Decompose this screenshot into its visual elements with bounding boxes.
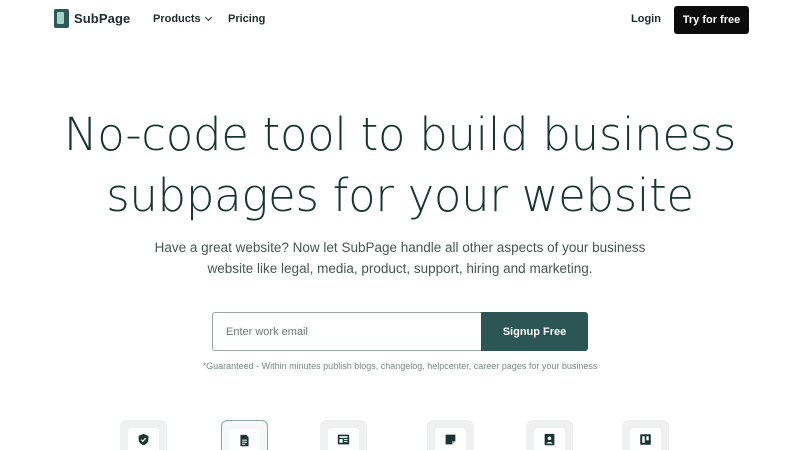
chevron-down-icon <box>204 13 212 22</box>
logo-icon <box>54 9 69 28</box>
nav-products[interactable]: Products <box>153 13 212 25</box>
tile-icon-box <box>534 428 565 450</box>
tile-icon-box <box>630 428 661 450</box>
tile-icon-box <box>328 428 359 450</box>
feature-tiles <box>0 420 800 450</box>
work-email-input[interactable] <box>212 312 481 351</box>
shield-icon <box>138 433 149 445</box>
tile-icon-box <box>435 428 466 450</box>
board-icon <box>640 433 651 445</box>
tile-icon-box <box>128 428 159 450</box>
signup-form: Signup Free <box>212 312 588 351</box>
brand-name: SubPage <box>74 11 131 26</box>
hero-subtitle-line-2: website like legal, media, product, supp… <box>207 261 593 276</box>
signup-free-button[interactable]: Signup Free <box>481 312 588 351</box>
feature-tile-blog[interactable] <box>221 420 268 450</box>
feature-tile-marketing[interactable] <box>622 420 669 450</box>
hero-subtitle: Have a great website? Now let SubPage ha… <box>150 237 650 279</box>
brand-logo[interactable]: SubPage <box>54 9 130 28</box>
hero-title-line-1: No-code tool to build business <box>63 108 737 161</box>
try-for-free-button[interactable]: Try for free <box>674 6 749 34</box>
feature-tile-hiring[interactable] <box>526 420 573 450</box>
hero-title: No-code tool to build business subpages … <box>0 104 800 226</box>
hero-subtitle-line-1: Have a great website? Now let SubPage ha… <box>154 240 646 255</box>
newspaper-icon <box>337 434 350 444</box>
note-icon <box>445 434 456 444</box>
feature-tile-product[interactable] <box>427 420 474 450</box>
guarantee-note: *Guaranteed - Within minutes publish blo… <box>202 361 598 371</box>
contact-card-icon <box>544 433 555 445</box>
feature-tile-legal[interactable] <box>120 420 167 450</box>
hero-title-line-2: subpages for your website <box>106 169 694 222</box>
nav-products-label: Products <box>153 13 201 25</box>
tile-icon-box <box>229 429 260 450</box>
feature-tile-media[interactable] <box>320 420 367 450</box>
top-nav: SubPage Products Pricing Login Try for f… <box>0 0 800 40</box>
document-icon <box>240 434 249 446</box>
nav-pricing[interactable]: Pricing <box>228 13 265 25</box>
login-link[interactable]: Login <box>631 13 661 25</box>
